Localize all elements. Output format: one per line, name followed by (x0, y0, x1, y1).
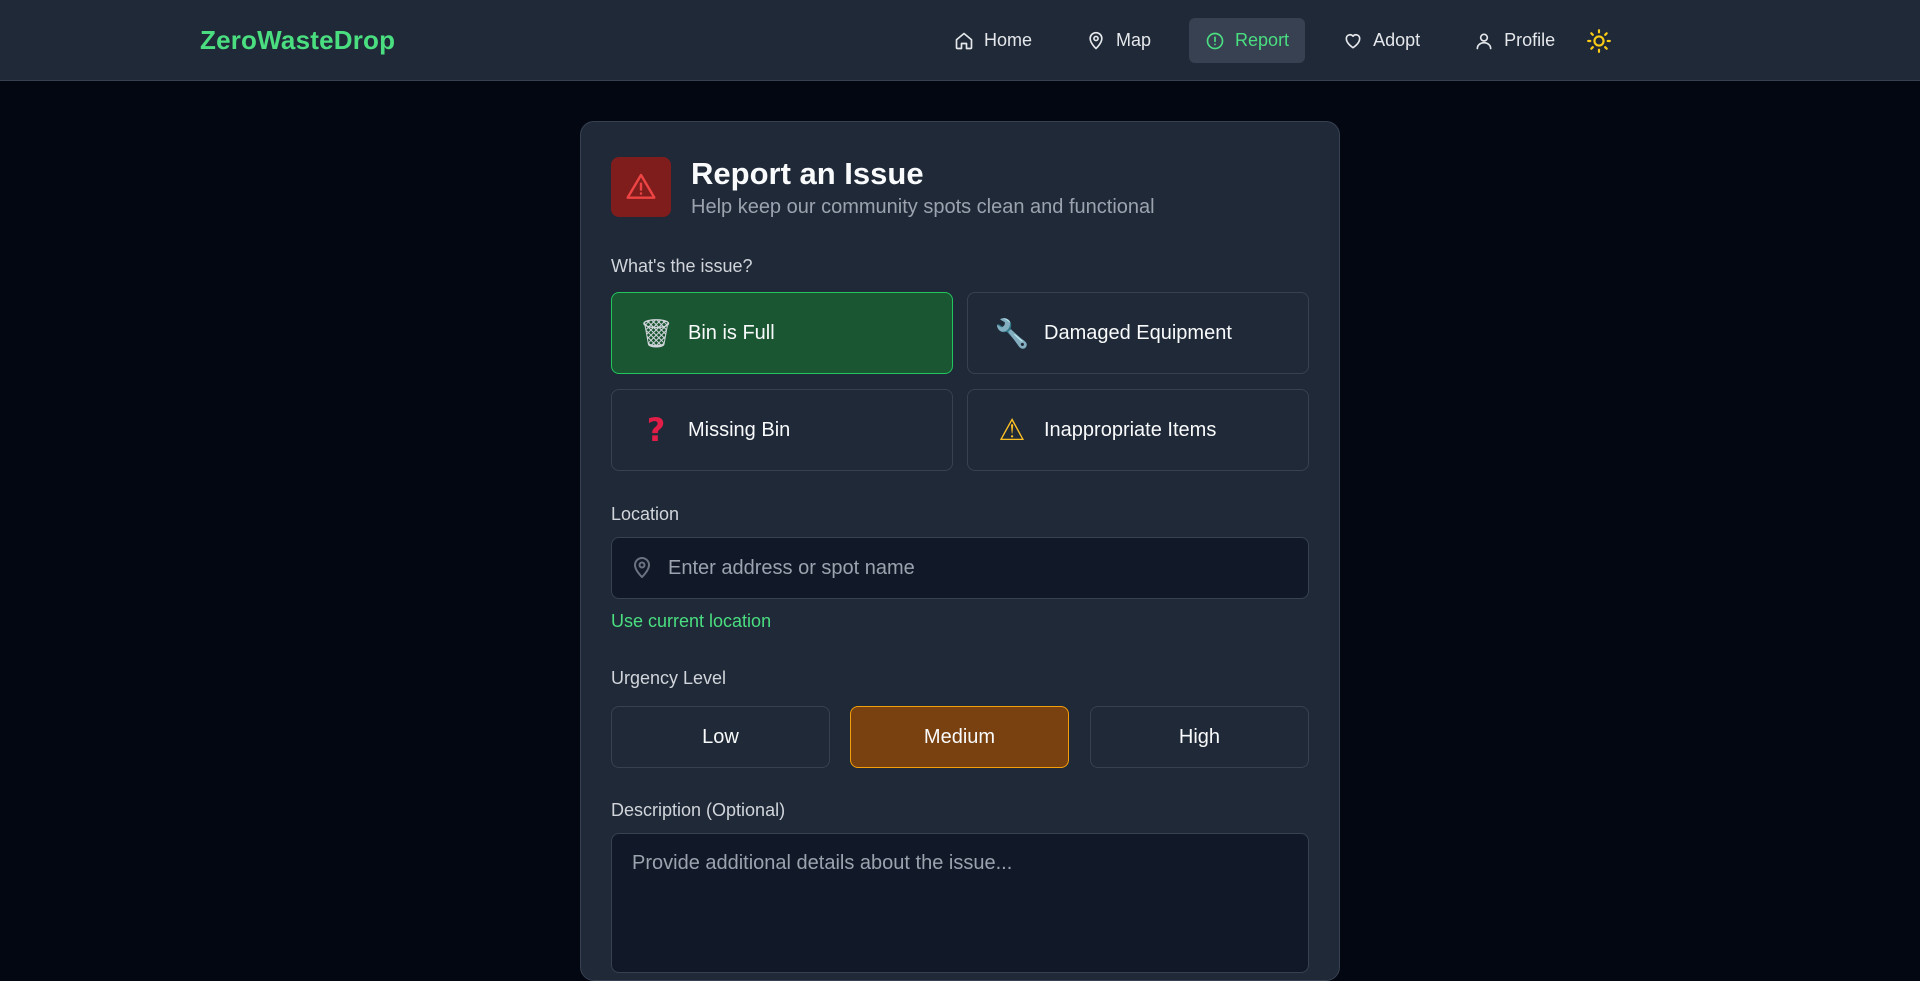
top-navbar: ZeroWasteDrop Home Map Report Adopt Prof… (0, 0, 1920, 81)
page-subtitle: Help keep our community spots clean and … (691, 196, 1155, 218)
warning-icon: ⚠ (998, 412, 1026, 448)
urgency-option-low[interactable]: Low (611, 706, 830, 768)
brand-logo[interactable]: ZeroWasteDrop (200, 25, 395, 56)
nav-item-label: Profile (1504, 30, 1556, 50)
page-title: Report an Issue (691, 156, 924, 191)
sun-icon (1587, 28, 1612, 53)
wastebasket-icon: 🗑 (638, 316, 674, 350)
urgency-option-high[interactable]: High (1090, 706, 1309, 768)
use-current-location-link[interactable]: Use current location (611, 611, 771, 632)
issue-option-bin-full[interactable]: 🗑 Bin is Full (611, 292, 953, 374)
report-header-badge (611, 157, 671, 217)
main-nav: Home Map Report Adopt Profile (938, 18, 1613, 63)
issue-option-label: Inappropriate Items (1044, 418, 1217, 441)
user-icon (1476, 33, 1492, 49)
map-pin-icon (634, 557, 650, 578)
location-label: Location (611, 504, 680, 524)
nav-item-profile[interactable]: Profile (1458, 18, 1571, 63)
question-mark-icon: ? (646, 411, 666, 449)
nav-item-label: Report (1235, 30, 1290, 50)
location-input[interactable] (668, 556, 1288, 580)
warning-triangle-icon (626, 173, 656, 199)
nav-item-report[interactable]: Report (1189, 18, 1306, 63)
alert-circle-icon (1206, 32, 1224, 49)
issue-option-label: Damaged Equipment (1044, 321, 1232, 344)
nav-item-home[interactable]: Home (938, 18, 1048, 63)
nav-item-adopt[interactable]: Adopt (1327, 18, 1436, 63)
issue-option-inappropriate-items[interactable]: ⚠ Inappropriate Items (967, 389, 1309, 471)
issue-option-label: Missing Bin (688, 418, 791, 441)
wrench-icon: 🔧 (994, 316, 1030, 350)
location-field[interactable] (611, 537, 1309, 599)
issue-option-damaged-equipment[interactable]: 🔧 Damaged Equipment (967, 292, 1309, 374)
urgency-option-medium[interactable]: Medium (850, 706, 1069, 768)
nav-item-label: Adopt (1373, 30, 1421, 50)
description-label: Description (Optional) (611, 800, 786, 820)
description-textarea[interactable] (611, 833, 1309, 973)
home-icon (955, 32, 973, 49)
nav-item-label: Home (984, 30, 1033, 50)
issue-option-missing-bin[interactable]: ? Missing Bin (611, 389, 953, 471)
urgency-label: Urgency Level (611, 668, 727, 688)
issue-option-label: Bin is Full (688, 321, 775, 344)
nav-item-label: Map (1116, 30, 1152, 50)
nav-item-map[interactable]: Map (1070, 18, 1167, 63)
map-pin-icon (1089, 31, 1103, 49)
issue-type-label: What's the issue? (611, 256, 753, 276)
heart-icon (1345, 33, 1361, 49)
theme-toggle-button[interactable] (1585, 27, 1613, 55)
report-issue-card: Report an Issue Help keep our community … (580, 121, 1340, 981)
